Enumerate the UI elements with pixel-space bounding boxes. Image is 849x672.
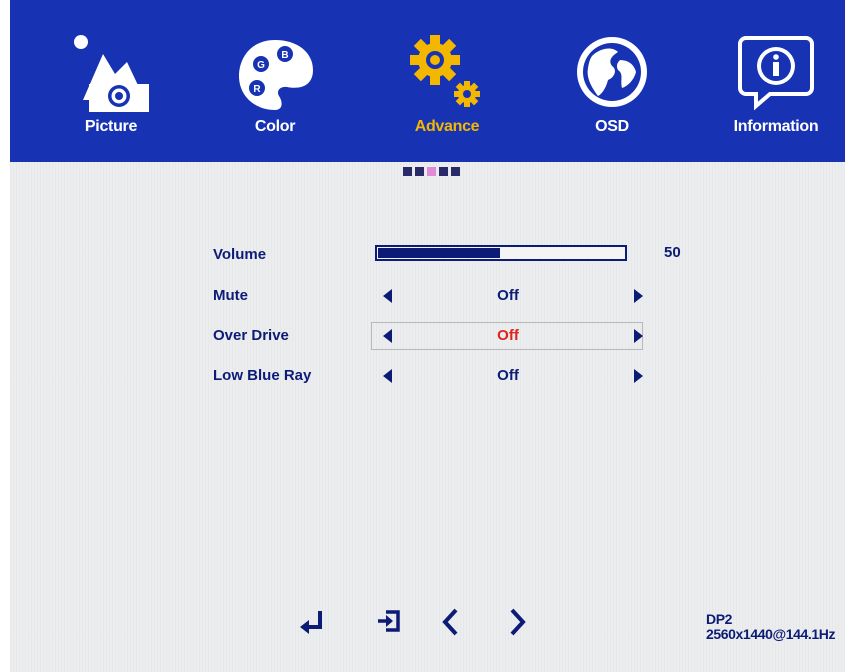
page-dot [439, 167, 448, 176]
input-source: DP2 [706, 611, 733, 627]
low-blue-ray-value: Off [497, 367, 519, 384]
low-blue-ray-label: Low Blue Ray [213, 367, 312, 384]
tab-picture-label: Picture [84, 118, 138, 135]
left-icon[interactable] [439, 605, 463, 639]
volume-label: Volume [213, 246, 267, 263]
over-drive-right-arrow-icon[interactable] [634, 329, 643, 343]
page-indicator [403, 167, 460, 177]
over-drive-value: Off [497, 327, 519, 344]
setting-over-drive[interactable]: Over Drive Off [213, 322, 693, 351]
palette-letter-g: G [257, 60, 265, 71]
low-blue-ray-right-arrow-icon[interactable] [634, 369, 643, 383]
tab-information-label: Information [733, 118, 819, 135]
tab-osd-label: OSD [595, 118, 629, 135]
tab-information[interactable]: Information [711, 30, 841, 145]
signal-status: DP2 2560x1440@144.1Hz [706, 612, 835, 642]
low-blue-ray-left-arrow-icon[interactable] [383, 369, 392, 383]
exit-icon[interactable] [374, 605, 404, 637]
mute-value: Off [497, 287, 519, 304]
setting-volume[interactable]: Volume 50 [213, 242, 693, 270]
volume-slider-fill [378, 248, 500, 258]
palette-letter-r: R [253, 84, 261, 95]
tab-advance-label: Advance [414, 118, 480, 135]
mute-label: Mute [213, 287, 248, 304]
mute-right-arrow-icon[interactable] [634, 289, 643, 303]
mute-left-arrow-icon[interactable] [383, 289, 392, 303]
osd-screen: Picture G B R Color Advance OSD Informat… [10, 0, 845, 672]
palette-icon: G B R [239, 40, 313, 110]
page-dot [415, 167, 424, 176]
over-drive-label: Over Drive [213, 327, 289, 344]
tab-color[interactable]: G B R Color [210, 30, 340, 145]
over-drive-left-arrow-icon[interactable] [383, 329, 392, 343]
tab-advance[interactable]: Advance [382, 30, 512, 145]
setting-mute[interactable]: Mute Off [213, 283, 693, 311]
right-icon[interactable] [505, 605, 529, 639]
picture-icon [74, 35, 149, 112]
volume-value: 50 [664, 244, 681, 261]
palette-letter-b: B [281, 50, 288, 61]
volume-slider[interactable] [375, 245, 627, 261]
tab-bar: Picture G B R Color Advance OSD Informat… [10, 0, 845, 162]
globe-icon [577, 37, 647, 107]
info-icon [738, 36, 814, 111]
tab-osd[interactable]: OSD [547, 30, 677, 145]
tab-color-label: Color [254, 118, 296, 135]
setting-low-blue-ray[interactable]: Low Blue Ray Off [213, 363, 693, 391]
page-dot [451, 167, 460, 176]
tab-picture[interactable]: Picture [46, 30, 176, 145]
enter-icon[interactable] [298, 605, 328, 637]
page-dot-active [427, 167, 436, 176]
display-mode: 2560x1440@144.1Hz [706, 626, 836, 642]
page-dot [403, 167, 412, 176]
gears-icon [410, 35, 480, 107]
